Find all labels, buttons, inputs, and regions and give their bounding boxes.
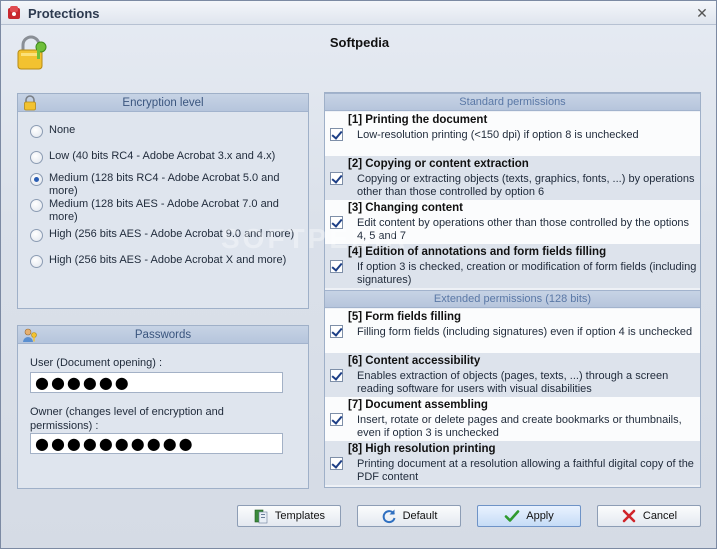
cancel-button[interactable]: Cancel [597,505,701,527]
encryption-radio[interactable] [30,229,43,242]
permission-title: [6] Content accessibility [348,355,481,367]
owner-password-input[interactable]: ●●●●●●●●●● [30,433,283,454]
encryption-option-label: Medium (128 bits AES - Adobe Acrobat 7.0… [49,198,279,223]
permission-title: [4] Edition of annotations and form fiel… [348,246,607,258]
title-bar: Protections ✕ [1,1,716,25]
permission-checkbox[interactable] [330,457,343,470]
encryption-option-label: High (256 bits AES - Adobe Acrobat 9.0 a… [49,228,295,240]
apply-label: Apply [526,510,554,522]
padlock-icon [24,95,36,111]
permissions-panel: Standard permissions [1] Printing the do… [324,92,701,488]
encryption-option-label: High (256 bits AES - Adobe Acrobat X and… [49,254,287,266]
refresh-icon [382,509,396,524]
permission-checkbox[interactable] [330,128,343,141]
encryption-option-label: Low (40 bits RC4 - Adobe Acrobat 3.x and… [49,150,276,162]
cancel-x-icon [622,509,636,523]
encryption-radio[interactable] [30,173,43,186]
encryption-option[interactable]: None [30,124,297,138]
encryption-radio[interactable] [30,199,43,212]
templates-label: Templates [274,510,326,522]
cancel-label: Cancel [642,510,678,522]
encryption-group: Encryption level None Low (40 bits RC4 - … [17,93,309,309]
user-key-icon [23,328,37,342]
close-button[interactable]: ✕ [694,5,710,21]
encryption-option[interactable]: Medium (128 bits RC4 - Adobe Acrobat 5.0… [30,172,297,198]
permission-title: [3] Changing content [348,202,463,214]
permission-title: [1] Printing the document [348,114,488,126]
apply-button[interactable]: Apply [477,505,581,527]
permission-row: [4] Edition of annotations and form fiel… [325,244,700,288]
encryption-header-label: Encryption level [122,97,204,109]
permission-description: Insert, rotate or delete pages and creat… [357,414,682,439]
permission-description: Printing document at a resolution allowi… [357,458,694,483]
owner-password-label: Owner (changes level of encryption and p… [30,406,224,432]
permission-checkbox[interactable] [330,413,343,426]
encryption-option-label: None [49,124,76,136]
permission-description: Edit content by operations other than th… [357,217,690,242]
permission-checkbox[interactable] [330,172,343,185]
passwords-header: Passwords [18,326,308,344]
permission-row: [1] Printing the document Low-resolution … [325,112,700,156]
permission-checkbox[interactable] [330,369,343,382]
permission-row: [6] Content accessibility Enables extract… [325,353,700,397]
permission-title: [2] Copying or content extraction [348,158,529,170]
user-password-label: User (Document opening) : [30,357,163,369]
default-button[interactable]: Default [357,505,461,527]
permission-checkbox[interactable] [330,260,343,273]
encryption-option[interactable]: High (256 bits AES - Adobe Acrobat 9.0 a… [30,228,297,242]
encryption-option[interactable]: High (256 bits AES - Adobe Acrobat X and… [30,254,297,268]
permission-description: If option 3 is checked, creation or modi… [357,261,697,286]
user-password-input[interactable]: ●●●●●● [30,372,283,393]
encryption-radio[interactable] [30,255,43,268]
permission-description: Filling form fields (including signature… [357,326,693,338]
templates-button[interactable]: Templates [237,505,341,527]
permission-row: [2] Copying or content extraction Copying… [325,156,700,200]
permission-row: [8] High resolution printing Printing doc… [325,441,700,485]
permission-checkbox[interactable] [330,216,343,229]
passwords-group: Passwords User (Document opening) : ●●●●… [17,325,309,489]
templates-icon [254,509,268,524]
permission-row: [7] Document assembling Insert, rotate or… [325,397,700,441]
checkmark-icon [504,510,520,522]
brand-label: Softpedia [329,35,390,50]
encryption-option-label: Medium (128 bits RC4 - Adobe Acrobat 5.0… [49,172,280,197]
extended-permissions-header: Extended permissions (128 bits) [325,290,700,308]
passwords-header-label: Passwords [134,329,192,341]
encryption-header: Encryption level [18,94,308,112]
encryption-radio[interactable] [30,125,43,138]
permission-description: Low-resolution printing (<150 dpi) if op… [357,129,639,141]
protections-window: Protections ✕ Softpedia Encryption level… [0,0,717,549]
permission-title: [5] Form fields filling [348,311,462,323]
encryption-option[interactable]: Medium (128 bits AES - Adobe Acrobat 7.0… [30,198,297,224]
app-icon [8,6,20,19]
permission-description: Enables extraction of objects (pages, te… [357,370,669,395]
permission-row: [3] Changing content Edit content by oper… [325,200,700,244]
permission-description: Copying or extracting objects (texts, gr… [357,173,695,198]
permission-title: [7] Document assembling [348,399,488,411]
default-label: Default [402,510,438,522]
window-title: Protections [28,6,100,21]
permission-checkbox[interactable] [330,325,343,338]
encryption-radio[interactable] [30,151,43,164]
permission-row: [5] Form fields filling Filling form fiel… [325,309,700,353]
permission-title: [8] High resolution printing [348,443,496,455]
standard-permissions-header: Standard permissions [325,93,700,111]
encryption-option[interactable]: Low (40 bits RC4 - Adobe Acrobat 3.x and… [30,150,297,164]
